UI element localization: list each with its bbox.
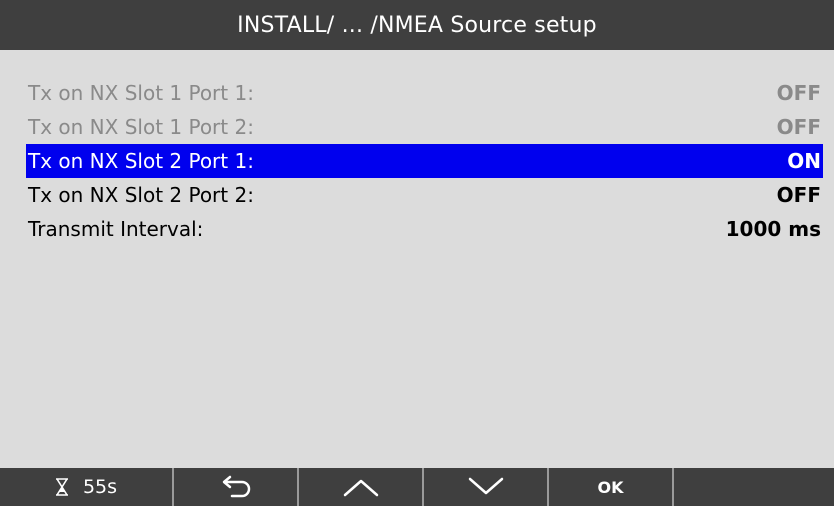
settings-menu: Tx on NX Slot 1 Port 1: OFF Tx on NX Slo… — [26, 76, 823, 246]
timeout-countdown: 55s — [82, 476, 118, 498]
chevron-down-icon — [466, 475, 506, 499]
chevron-up-icon — [341, 475, 381, 499]
menu-item-transmit-interval[interactable]: Transmit Interval: 1000 ms — [26, 212, 823, 246]
timeout-indicator: 55s — [0, 468, 174, 506]
softkey-bar: 55s OK — [0, 468, 834, 506]
menu-item-value: ON — [787, 149, 821, 173]
scroll-down-button[interactable] — [424, 468, 549, 506]
menu-item-slot1-port2[interactable]: Tx on NX Slot 1 Port 2: OFF — [26, 110, 823, 144]
back-button[interactable] — [174, 468, 299, 506]
back-arrow-icon — [216, 475, 256, 499]
menu-item-value: OFF — [776, 115, 821, 139]
menu-item-label: Tx on NX Slot 1 Port 1: — [28, 81, 254, 105]
menu-item-slot2-port2[interactable]: Tx on NX Slot 2 Port 2: OFF — [26, 178, 823, 212]
nmea-source-setup-screen: INSTALL/ ... /NMEA Source setup Tx on NX… — [0, 0, 834, 506]
scroll-up-button[interactable] — [299, 468, 424, 506]
menu-item-value: 1000 ms — [725, 217, 821, 241]
menu-item-label: Transmit Interval: — [28, 217, 204, 241]
menu-item-value: OFF — [776, 183, 821, 207]
empty-softkey[interactable] — [674, 468, 834, 506]
menu-item-label: Tx on NX Slot 1 Port 2: — [28, 115, 254, 139]
menu-item-value: OFF — [776, 81, 821, 105]
menu-item-label: Tx on NX Slot 2 Port 2: — [28, 183, 254, 207]
menu-item-label: Tx on NX Slot 2 Port 1: — [28, 149, 254, 173]
ok-button[interactable]: OK — [549, 468, 674, 506]
hourglass-icon — [55, 478, 69, 496]
menu-item-slot1-port1[interactable]: Tx on NX Slot 1 Port 1: OFF — [26, 76, 823, 110]
menu-item-slot2-port1[interactable]: Tx on NX Slot 2 Port 1: ON — [26, 144, 823, 178]
page-title: INSTALL/ ... /NMEA Source setup — [0, 0, 834, 50]
